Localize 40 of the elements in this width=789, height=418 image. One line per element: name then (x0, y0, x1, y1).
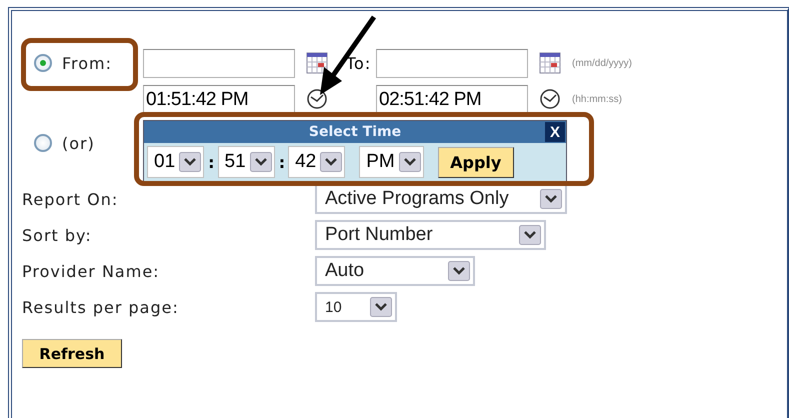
time-format-hint: (hh:mm:ss) (571, 94, 623, 104)
radio-button[interactable] (34, 54, 52, 72)
close-button[interactable]: X (545, 122, 565, 142)
dropdown[interactable]: 10 (315, 292, 397, 322)
radio-label: (or) (62, 134, 95, 152)
refresh-button[interactable]: Refresh (22, 339, 122, 368)
time-select[interactable]: 01 (147, 146, 204, 178)
chevron-icon[interactable] (250, 152, 272, 172)
chevron-icon[interactable] (370, 297, 392, 317)
separator: : (278, 152, 286, 172)
chevron-icon[interactable] (519, 225, 541, 245)
dropdown[interactable]: Port Number (315, 220, 546, 250)
field-label: Results per page: (22, 298, 180, 316)
date-field[interactable] (143, 48, 295, 78)
chevron-icon[interactable] (448, 261, 470, 281)
popup-title: Select Time (308, 124, 402, 140)
radio-label: From: (62, 54, 112, 72)
chevron-icon[interactable] (320, 152, 342, 172)
time-select[interactable]: 51 (218, 146, 275, 178)
time-select[interactable]: 42 (288, 146, 346, 178)
date-format-hint: (mm/dd/yyyy) (571, 58, 633, 68)
dropdown[interactable]: Active Programs Only (315, 184, 567, 214)
chevron-icon[interactable] (179, 152, 202, 172)
to-label: To: (345, 54, 372, 72)
field-label: Report On: (22, 190, 120, 208)
chevron-icon[interactable] (540, 189, 562, 209)
date-field[interactable] (376, 48, 528, 78)
chevron-icon[interactable] (398, 152, 421, 172)
time-field[interactable]: 02:51:42 PM (376, 84, 528, 114)
time-field[interactable]: 01:51:42 PM (143, 84, 295, 114)
clock-icon[interactable] (539, 88, 561, 110)
field-label: Provider Name: (22, 262, 161, 280)
clock-icon[interactable] (306, 88, 328, 110)
calendar-icon[interactable] (306, 52, 328, 74)
field-label: Sort by: (22, 226, 93, 244)
apply-button[interactable]: Apply (438, 146, 514, 178)
time-select[interactable]: PM (359, 146, 424, 178)
radio-button[interactable] (34, 134, 52, 152)
separator: : (208, 152, 215, 172)
dropdown[interactable]: Auto (315, 256, 475, 286)
